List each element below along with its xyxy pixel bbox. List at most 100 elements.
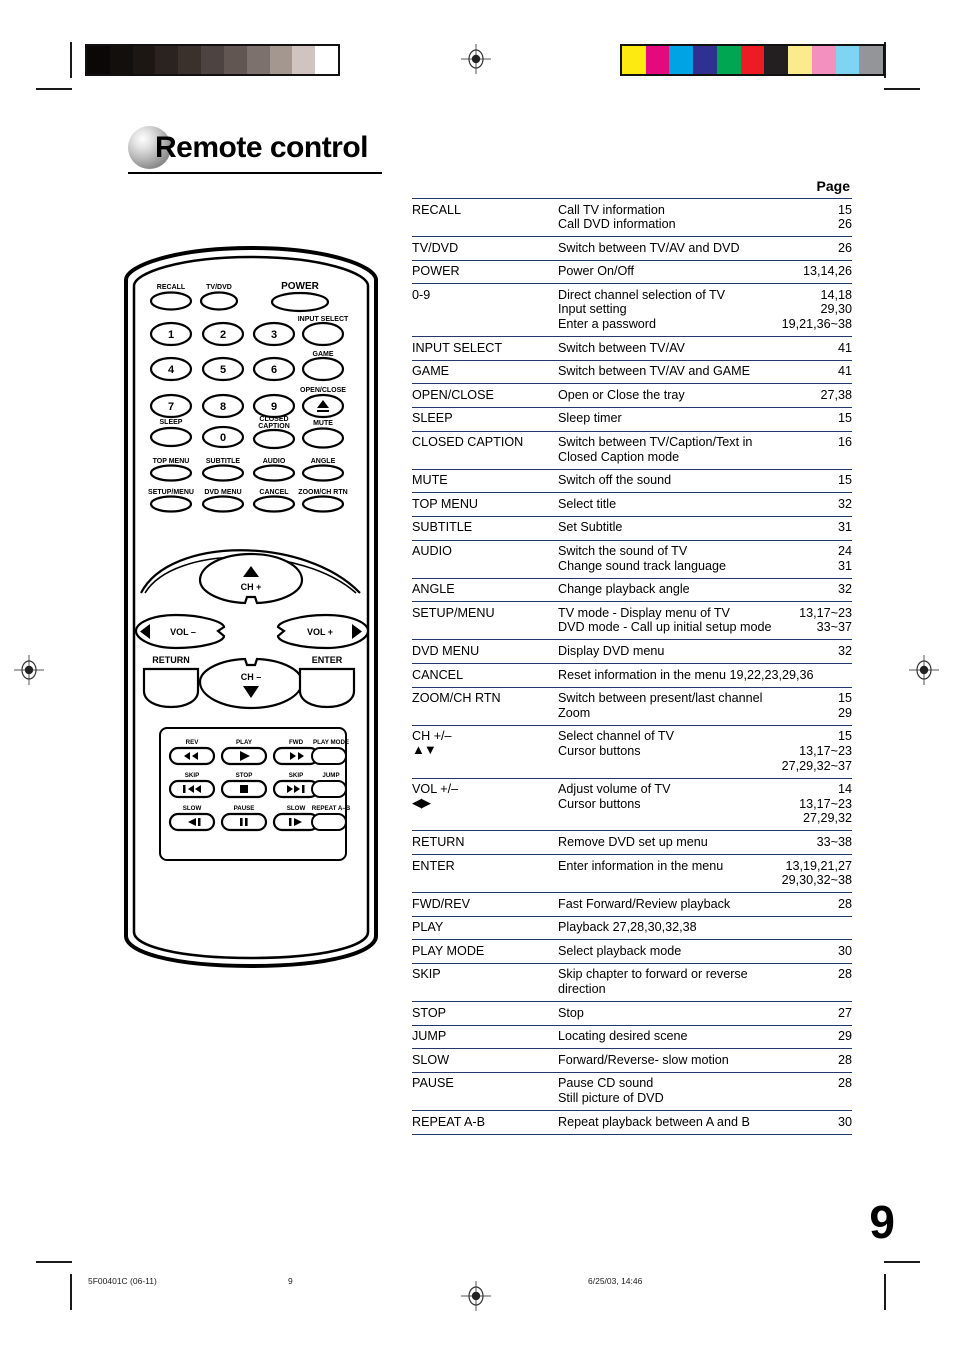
table-cell-page: 31 bbox=[772, 516, 852, 540]
remote-button-angle bbox=[301, 464, 345, 482]
color-swatch-1 bbox=[645, 46, 670, 74]
gray-swatch-5 bbox=[201, 46, 224, 74]
remote-label-audio: AUDIO bbox=[263, 458, 286, 465]
color-swatch-10 bbox=[859, 46, 884, 74]
description-line: Closed Caption mode bbox=[558, 449, 680, 464]
remote-label-cancel: CANCEL bbox=[259, 489, 289, 496]
description-line: Switch off the sound bbox=[558, 473, 672, 488]
remote-button-ch-up bbox=[198, 552, 304, 605]
table-cell-description: Set Subtitle bbox=[558, 516, 772, 540]
description-line: Skip chapter to forward or reverse bbox=[558, 967, 748, 982]
page-reference: 27,29,32~37 bbox=[781, 758, 852, 773]
table-cell-description: Stop bbox=[558, 1002, 772, 1026]
page-reference: 28 bbox=[837, 896, 852, 911]
page-title-rule bbox=[128, 172, 382, 174]
button-name: PAUSE bbox=[412, 1076, 454, 1091]
description-line: Adjust volume of TV bbox=[558, 782, 671, 797]
table-cell-button: POWER bbox=[412, 260, 558, 284]
page-title: Remote control bbox=[155, 130, 369, 164]
table-cell-button: TOP MENU bbox=[412, 493, 558, 517]
description-line: Direct channel selection of TV bbox=[558, 287, 726, 302]
table-cell-button: TV/DVD bbox=[412, 237, 558, 261]
table-row: TV/DVD Switch between TV/AV and DVD 26 bbox=[412, 236, 852, 261]
page-reference: 30 bbox=[837, 1114, 852, 1129]
table-cell-description: Switch between TV/AV and GAME bbox=[558, 360, 772, 384]
table-header-page: Page bbox=[816, 178, 850, 194]
table-cell-button: SETUP/MENU bbox=[412, 602, 558, 640]
remote-button-jump bbox=[311, 780, 347, 798]
table-row: GAME Switch between TV/AV and GAME 41 bbox=[412, 360, 852, 384]
table-cell-description: Switch between present/last channel Zoom bbox=[558, 687, 772, 725]
description-line: TV mode - Display menu of TV bbox=[558, 605, 730, 620]
table-row: SLEEP Sleep timer 15 bbox=[412, 407, 852, 431]
remote-label-mute: MUTE bbox=[313, 420, 333, 427]
page-reference: 32 bbox=[837, 643, 852, 658]
table-cell-description: Switch between TV/AV and DVD bbox=[558, 237, 772, 261]
description-line: Repeat playback between A and B bbox=[558, 1114, 750, 1129]
table-cell-button: ANGLE bbox=[412, 578, 558, 602]
remote-label-ch-up: CH + bbox=[241, 582, 262, 592]
table-cell-button: JUMP bbox=[412, 1025, 558, 1049]
button-name: CANCEL bbox=[412, 667, 464, 682]
table-cell-description: Display DVD menu bbox=[558, 640, 772, 664]
button-name: ANGLE bbox=[412, 582, 455, 597]
table-cell-button: SLOW bbox=[412, 1049, 558, 1073]
svg-text:7: 7 bbox=[168, 401, 174, 413]
cursor-arrows-icon: ▲▼ bbox=[412, 741, 437, 757]
page-reference: 28 bbox=[837, 1052, 852, 1067]
table-cell-description: Fast Forward/Review playback bbox=[558, 893, 772, 917]
page-reference: 32 bbox=[837, 496, 852, 511]
remote-button-subtitle bbox=[201, 464, 245, 482]
remote-label-vol-down: VOL – bbox=[170, 627, 196, 637]
button-name: INPUT SELECT bbox=[412, 340, 503, 355]
table-cell-button: STOP bbox=[412, 1002, 558, 1026]
table-cell-description: Pause CD sound Still picture of DVD bbox=[558, 1072, 772, 1110]
description-line: Locating desired scene bbox=[558, 1029, 688, 1044]
page-reference: 14 bbox=[837, 782, 852, 797]
description-line: Set Subtitle bbox=[558, 520, 623, 535]
color-swatch-9 bbox=[835, 46, 860, 74]
button-name: RETURN bbox=[412, 834, 465, 849]
button-name: SUBTITLE bbox=[412, 520, 473, 535]
gray-swatch-8 bbox=[269, 46, 293, 74]
page-reference: 13,17~23 bbox=[799, 743, 852, 758]
table-cell-button: CANCEL bbox=[412, 664, 558, 688]
table-row: FWD/REV Fast Forward/Review playback 28 bbox=[412, 892, 852, 917]
page-reference: 26 bbox=[837, 217, 852, 232]
remote-button-play-mode bbox=[311, 747, 347, 765]
remote-label-open-close: OPEN/CLOSE bbox=[300, 387, 346, 394]
description-line: Remove DVD set up menu bbox=[558, 834, 708, 849]
remote-button-ch-down bbox=[198, 657, 304, 710]
svg-text:4: 4 bbox=[168, 364, 175, 376]
page-reference: 19,21,36~38 bbox=[781, 317, 852, 332]
table-cell-description: Select channel of TV Cursor buttons bbox=[558, 725, 772, 778]
table-cell-page: 32 bbox=[772, 640, 852, 664]
page-reference: 41 bbox=[837, 340, 852, 355]
table-cell-description: Call TV information Call DVD information bbox=[558, 199, 772, 237]
page-reference: 29,30 bbox=[820, 302, 852, 317]
table-cell-page: 27 bbox=[772, 1002, 852, 1026]
table-cell-button: INPUT SELECT bbox=[412, 337, 558, 361]
remote-label-enter: ENTER bbox=[312, 655, 343, 665]
table-row: POWER Power On/Off 13,14,26 bbox=[412, 260, 852, 284]
table-cell-page: 14 13,17~23 27,29,32 bbox=[772, 778, 852, 831]
color-swatch-4 bbox=[716, 46, 741, 74]
page-reference: 33~37 bbox=[816, 620, 852, 635]
description-line: Select title bbox=[558, 496, 617, 511]
description-line: Forward/Reverse- slow motion bbox=[558, 1052, 729, 1067]
gray-swatch-10 bbox=[315, 46, 338, 74]
table-row: 0-9 Direct channel selection of TV Input s… bbox=[412, 283, 852, 337]
table-cell-description: Enter information in the menu bbox=[558, 855, 772, 893]
crop-rule-left-lower bbox=[36, 1261, 72, 1263]
remote-button-return bbox=[142, 667, 200, 709]
registration-mark-right bbox=[909, 655, 939, 685]
color-swatch-2 bbox=[669, 46, 694, 74]
remote-label-slow-rev: SLOW bbox=[183, 805, 202, 812]
table-cell-button: ENTER bbox=[412, 855, 558, 893]
table-cell-button: SLEEP bbox=[412, 407, 558, 431]
table-cell-description: Select title bbox=[558, 493, 772, 517]
page-reference: 41 bbox=[837, 364, 852, 379]
table-cell-button: RECALL bbox=[412, 199, 558, 237]
remote-label-sleep: SLEEP bbox=[160, 419, 183, 426]
table-cell-button: OPEN/CLOSE bbox=[412, 384, 558, 408]
